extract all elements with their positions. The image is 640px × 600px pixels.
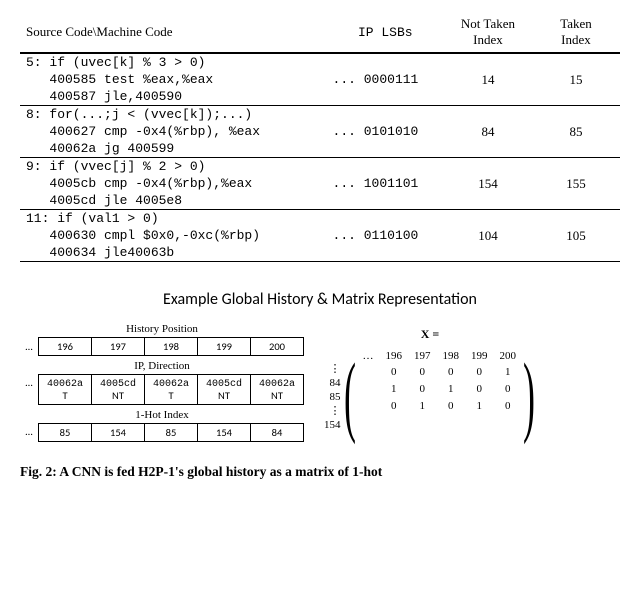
matrix-cell: 0 xyxy=(408,366,437,383)
onehot-cell: 154 xyxy=(198,423,251,441)
th-t: TakenIndex xyxy=(532,12,620,53)
nt-index: 154 xyxy=(444,158,532,210)
history-block: History Position …196197198199200 IP, Di… xyxy=(20,321,304,446)
asm-line: 400585 test %eax,%eax xyxy=(20,71,327,88)
onehot-label: 1-Hot Index xyxy=(20,409,304,421)
onehot-cell: 85 xyxy=(145,423,198,441)
onehot-row: …851548515484 xyxy=(20,423,304,442)
th-ip: IP LSBs xyxy=(327,12,444,53)
matrix-cell: 0 xyxy=(408,383,437,400)
onehot-cell: 154 xyxy=(92,423,145,441)
asm-line: 400627 cmp -0x4(%rbp), %eax xyxy=(20,123,327,140)
th-nt: Not TakenIndex xyxy=(444,12,532,53)
matrix-row-label: 154 xyxy=(324,418,341,432)
matrix-col-header: 197 xyxy=(408,346,437,366)
matrix-cell: 1 xyxy=(379,383,408,400)
asm-line: 400634 jle40063b xyxy=(20,244,327,262)
matrix-table: …196197198199200 000011010001010 xyxy=(356,346,522,418)
matrix-cell: 0 xyxy=(379,366,408,383)
vdots-icon: ⋮ xyxy=(324,404,341,418)
hist-pos-cell: 199 xyxy=(198,338,251,356)
matrix-cell: 0 xyxy=(379,400,408,417)
matrix-cell: 0 xyxy=(465,383,494,400)
th-source: Source Code\Machine Code xyxy=(20,12,327,53)
src-line: 9: if (vvec[j] % 2 > 0) xyxy=(20,158,327,176)
ipdir-cell: 40062aT xyxy=(39,375,92,405)
matrix-row-label: 84 xyxy=(324,376,341,390)
matrix-cell: 1 xyxy=(408,400,437,417)
ip-lsb: ... 0110100 xyxy=(327,210,444,262)
nt-index: 84 xyxy=(444,106,532,158)
matrix-cell: 0 xyxy=(436,366,465,383)
ellipsis-icon: … xyxy=(20,375,39,405)
matrix-block: X = ⋮ 8485⋮154 ( …196197198199200 000011… xyxy=(324,313,536,446)
ipdir-cell: 40062aNT xyxy=(251,375,304,405)
matrix-cell: 1 xyxy=(493,366,522,383)
nt-index: 14 xyxy=(444,53,532,106)
history-position-label: History Position xyxy=(20,323,304,335)
ipdir-cell: 4005cdNT xyxy=(198,375,251,405)
hist-pos-cell: 197 xyxy=(92,338,145,356)
t-index: 105 xyxy=(532,210,620,262)
asm-line: 40062a jg 400599 xyxy=(20,140,327,158)
matrix-cell: 0 xyxy=(465,366,494,383)
src-line: 11: if (val1 > 0) xyxy=(20,210,327,228)
ipdir-cell: 40062aT xyxy=(145,375,198,405)
example-title: Example Global History & Matrix Represen… xyxy=(20,290,620,309)
t-index: 155 xyxy=(532,158,620,210)
nt-index: 104 xyxy=(444,210,532,262)
matrix-row-labels: ⋮ 8485⋮154 xyxy=(324,362,343,432)
asm-line: 4005cb cmp -0x4(%rbp),%eax xyxy=(20,175,327,192)
matrix-cell: 0 xyxy=(493,383,522,400)
matrix-cell: 1 xyxy=(436,383,465,400)
matrix-col-header: 200 xyxy=(493,346,522,366)
matrix-row-label: 85 xyxy=(324,390,341,404)
matrix-cell: 0 xyxy=(493,400,522,417)
hist-pos-cell: 198 xyxy=(145,338,198,356)
matrix-col-header: 196 xyxy=(379,346,408,366)
ellipsis-icon: … xyxy=(20,423,39,441)
ip-direction-row: …40062aT4005cdNT40062aT4005cdNT40062aNT xyxy=(20,374,304,405)
hist-pos-cell: 196 xyxy=(39,338,92,356)
code-table: Source Code\Machine Code IP LSBs Not Tak… xyxy=(20,12,620,262)
asm-line: 4005cd jle 4005e8 xyxy=(20,192,327,210)
asm-line: 400587 jle,400590 xyxy=(20,88,327,106)
figure-caption: Fig. 2: A CNN is fed H2P-1's global hist… xyxy=(20,464,620,480)
hist-pos-cell: 200 xyxy=(251,338,304,356)
onehot-cell: 85 xyxy=(39,423,92,441)
ip-lsb: ... 0000111 xyxy=(327,53,444,106)
ip-lsb: ... 0101010 xyxy=(327,106,444,158)
asm-line: 400630 cmpl $0x0,-0xc(%rbp) xyxy=(20,227,327,244)
right-paren-icon: ) xyxy=(523,360,535,432)
ellipsis-icon: … xyxy=(20,338,39,356)
t-index: 15 xyxy=(532,53,620,106)
left-paren-icon: ( xyxy=(343,360,355,432)
ip-direction-label: IP, Direction xyxy=(20,360,304,372)
ipdir-cell: 4005cdNT xyxy=(92,375,145,405)
matrix-col-header: 198 xyxy=(436,346,465,366)
src-line: 5: if (uvec[k] % 3 > 0) xyxy=(20,53,327,71)
matrix-cell: 1 xyxy=(465,400,494,417)
src-line: 8: for(...;j < (vvec[k]);...) xyxy=(20,106,327,124)
history-position-row: …196197198199200 xyxy=(20,337,304,356)
matrix-cell: 0 xyxy=(436,400,465,417)
x-label: X = xyxy=(421,327,440,341)
ip-lsb: ... 1001101 xyxy=(327,158,444,210)
t-index: 85 xyxy=(532,106,620,158)
matrix-col-header: 199 xyxy=(465,346,494,366)
onehot-cell: 84 xyxy=(251,423,304,441)
hdots-icon: … xyxy=(356,346,379,366)
vdots-icon: ⋮ xyxy=(324,362,341,376)
